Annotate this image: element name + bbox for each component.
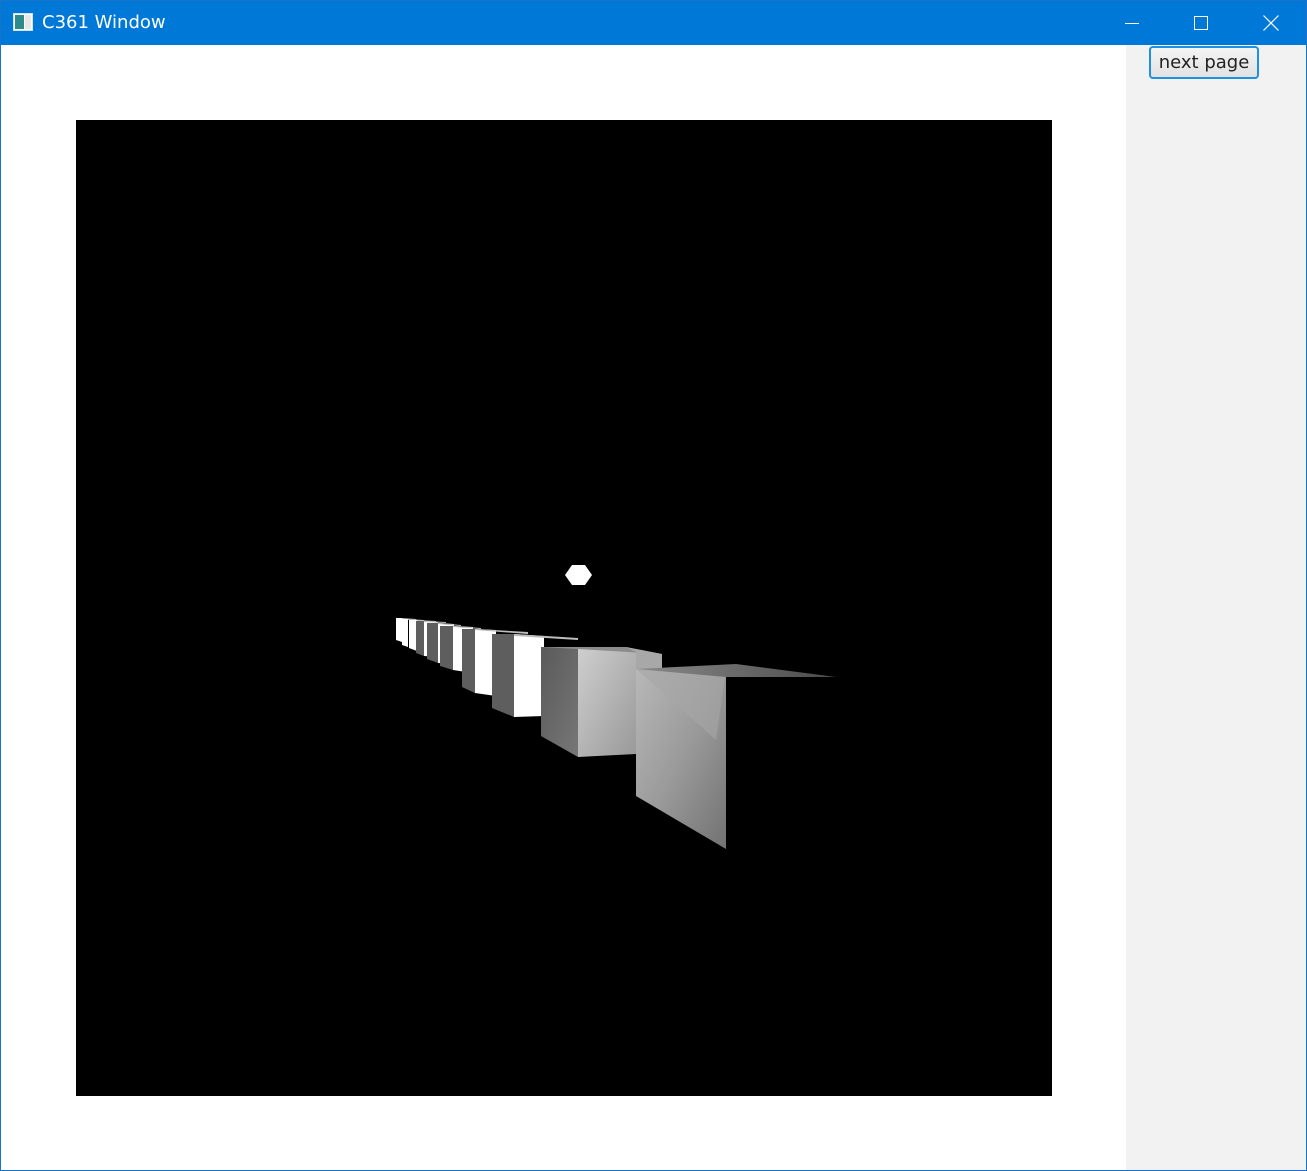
maximize-button[interactable]: [1167, 1, 1235, 45]
app-window-icon: [13, 13, 33, 31]
title-bar[interactable]: C361 Window: [1, 1, 1306, 45]
close-icon: [1263, 15, 1279, 31]
window-title: C361 Window: [42, 12, 166, 33]
3d-viewport[interactable]: [76, 120, 1052, 1096]
client-area: next page: [1, 45, 1306, 1170]
maximize-icon: [1194, 16, 1208, 30]
minimize-icon: [1125, 23, 1139, 24]
close-button[interactable]: [1237, 1, 1305, 45]
render-area: [1, 45, 1126, 1170]
scene-canvas: [396, 565, 836, 849]
cube-row: [396, 618, 836, 849]
side-panel: next page: [1126, 45, 1306, 1170]
minimize-button[interactable]: [1098, 1, 1166, 45]
app-window: C361 Window next page: [0, 0, 1307, 1171]
cube-near: [636, 664, 836, 849]
sphere: [565, 565, 592, 585]
next-page-button[interactable]: next page: [1149, 46, 1259, 79]
